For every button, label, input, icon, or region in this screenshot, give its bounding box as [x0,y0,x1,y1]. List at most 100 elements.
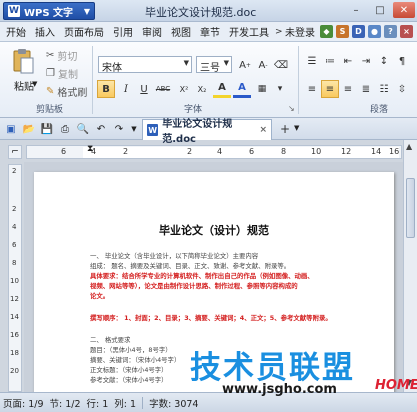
clear-format-icon[interactable]: ⌫ [272,56,290,74]
strikethrough-button[interactable]: ABC [153,80,173,98]
distributed-icon[interactable]: ☷ [375,80,393,98]
login-status[interactable]: 未登录 [285,24,315,39]
save-icon[interactable]: 💾 [40,122,54,136]
new-tab-dropdown-icon[interactable]: ▼ [294,124,299,132]
cut-button[interactable]: ✂ 剪切 [46,48,77,63]
bold-button[interactable]: B [97,80,115,98]
number-list-icon[interactable]: ≔ [321,52,339,70]
doc-line[interactable]: 论文。 [90,292,109,300]
wps-logo-icon: W [8,5,20,17]
status-word-count[interactable]: 字数: 3074 [149,396,198,410]
open-icon[interactable]: 📂 [22,122,36,136]
shrink-font-icon[interactable]: A- [254,56,272,74]
font-size-select[interactable]: 三号 ▼ [196,56,232,74]
char-shading-icon[interactable]: ▦ [253,80,271,98]
help-icon[interactable]: ? [384,25,397,38]
subscript-button[interactable]: X₂ [193,80,211,98]
font-color-button[interactable]: A [233,80,251,98]
doc-line[interactable]: 撰写顺序： 1、封面；2、目录；3、摘要、关键词；4、正文；5、参考文献等附录。 [90,314,332,322]
scroll-up-icon[interactable]: ▲ [406,142,412,151]
brush-icon: ✎ [46,86,55,97]
doc-line[interactable]: 组成： 题名、摘要及关键词、目录、正文、致谢、参考文献、附录等。 [90,262,290,270]
doc-line[interactable]: 题目：（黑体小4号，8号字） [90,346,172,354]
close-button[interactable]: ✕ [393,2,415,18]
status-page[interactable]: 页面: 1/9 [3,396,44,410]
doc-line[interactable]: 参考文献：（宋体小4号字） [90,376,168,384]
doc-line[interactable]: 正文标题：（宋体小4号字） [90,366,168,374]
skin-icon[interactable]: ◆ [320,25,333,38]
paste-button[interactable]: 粘贴 [14,78,34,93]
show-marks-icon[interactable]: ¶ [393,52,411,70]
chevron-down-icon: ▼ [183,59,189,67]
user-icon[interactable]: ● [368,25,381,38]
horizontal-ruler[interactable]: 6 4 2 2 4 6 8 10 12 14 16 ⧗ [26,144,402,159]
paragraph-group-label: 段落 [370,105,389,115]
app-close-icon[interactable]: × [400,25,413,38]
chevron-down-icon: ▼ [223,59,229,67]
ruler-mark: 2 [123,147,129,156]
redo-icon[interactable]: ↷ [112,122,126,136]
more-font-icon[interactable]: ▾ [271,80,289,98]
print-icon[interactable]: ⎙ [58,122,72,136]
tab-document[interactable]: W 毕业论文设计规范.doc × [142,119,272,145]
watermark-home: HOME [375,378,417,393]
superscript-button[interactable]: X² [175,80,193,98]
align-right-icon[interactable]: ≡ [339,80,357,98]
scroll-thumb[interactable] [406,178,415,238]
font-name-select[interactable]: 宋体 ▼ [98,56,192,74]
maximize-button[interactable]: □ [369,2,391,18]
document-title[interactable]: 毕业论文（设计）规范 [34,222,394,238]
increase-indent-icon[interactable]: ⇥ [357,52,375,70]
wps-small-icon[interactable]: ▣ [4,122,18,136]
line-spacing-icon[interactable]: ⇳ [393,80,411,98]
menu-chapter[interactable]: 章节 [200,24,220,39]
menu-start[interactable]: 开始 [6,24,26,39]
doc-line[interactable]: 具体要求：结合所学专业的计算机软件、制作出自己的作品（例如图像、动画、 [90,272,314,280]
vertical-scrollbar[interactable]: ▲ ▼ [403,140,417,392]
minimize-button[interactable]: – [345,2,367,18]
menu-page-layout[interactable]: 页面布局 [64,24,104,39]
grow-font-icon[interactable]: A + [236,56,254,74]
doc-line[interactable]: 摘要、关键词：（宋体小4号字） [90,356,180,364]
indent-marker-icon[interactable]: ⧗ [87,144,93,154]
doc-line[interactable]: 一、 毕业论文（含毕业设计，以下简称毕业论文）主要内容 [90,252,258,260]
doc-line[interactable]: 二、 格式要求 [90,336,130,344]
highlight-button[interactable]: A [213,80,231,98]
tab-stop-selector[interactable]: ⌐ [8,145,22,159]
menu-references[interactable]: 引用 [113,24,133,39]
paste-dropdown-icon[interactable]: ▼ [32,80,37,88]
doc-line[interactable]: 视频、网站等等），论文是由制作设计思路、制作过程、参照等内容构成的 [90,282,298,290]
s-icon[interactable]: S [336,25,349,38]
font-dialog-launcher-icon[interactable]: ↘ [288,104,295,113]
menu-insert[interactable]: 插入 [35,24,55,39]
menu-view[interactable]: 视图 [171,24,191,39]
wps-app-menu-button[interactable]: W WPS 文字 ▼ [3,2,95,20]
menu-developer[interactable]: 开发工具 [229,24,269,39]
ruler-mark: 2 [12,205,17,213]
divider [142,396,144,409]
vertical-ruler[interactable]: 2 2 4 6 8 10 12 14 16 18 20 [8,164,22,392]
new-tab-button[interactable]: + [280,122,290,136]
underline-button[interactable]: U [135,80,153,98]
status-section: 节: 1/2 [49,398,81,410]
italic-button[interactable]: I [117,80,135,98]
copy-button[interactable]: ❐ 复制 [46,66,78,81]
menu-review[interactable]: 审阅 [142,24,162,39]
paste-icon[interactable] [12,48,34,74]
justify-icon[interactable]: ≣ [357,80,375,98]
undo-icon[interactable]: ↶ [94,122,108,136]
chevron-down-icon: ▼ [83,6,90,16]
format-painter-button[interactable]: ✎ 格式刷 [46,84,87,99]
quick-access-dropdown-icon[interactable]: ▼ [127,122,141,136]
print-preview-icon[interactable]: 🔍 [76,122,90,136]
decrease-indent-icon[interactable]: ⇤ [339,52,357,70]
align-center-icon[interactable]: ≡ [321,80,339,98]
align-left-icon[interactable]: ≡ [303,80,321,98]
sort-icon[interactable]: ↕ [375,52,393,70]
d-icon[interactable]: D [352,25,365,38]
close-tab-icon[interactable]: × [259,125,267,135]
menu-more-icon[interactable]: > [275,27,283,37]
watermark-logo: 技术员联盟 [190,350,355,386]
bullet-list-icon[interactable]: ☰ [303,52,321,70]
ruler-active-area [83,147,399,158]
